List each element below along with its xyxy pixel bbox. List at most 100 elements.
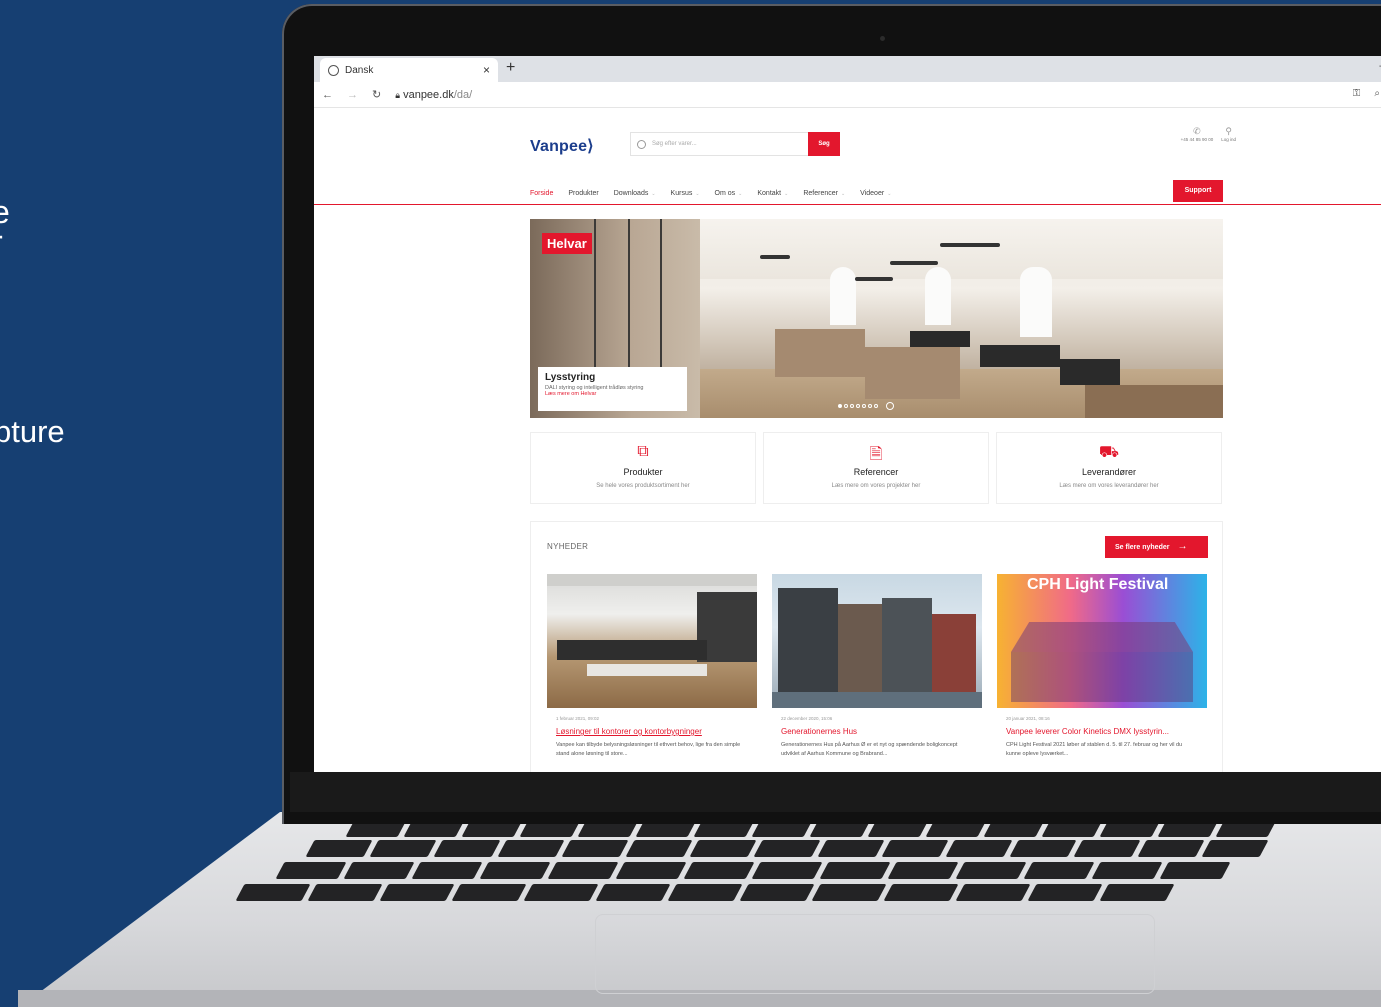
quick-link-leverandører[interactable]: ⛟ Leverandører Læs mere om vores leverandø…	[996, 432, 1222, 504]
nav-item-videoer[interactable]: Videoer ⌄	[860, 190, 891, 197]
hero-image-cabinet	[1085, 385, 1223, 418]
nav-item-label: Produkter	[568, 190, 599, 197]
browser-tab[interactable]: Dansk ×	[320, 58, 498, 82]
quick-link-title: Produkter	[623, 467, 663, 477]
keyboard-key	[1159, 862, 1231, 879]
article-title[interactable]: Generationernes Hus	[781, 727, 982, 736]
hero-image-glass	[628, 219, 630, 379]
pause-icon[interactable]	[886, 402, 894, 410]
search-input[interactable]: Søg efter varer...	[630, 132, 810, 156]
key-icon[interactable]: ⚿	[1353, 88, 1361, 99]
quick-link-desc: Læs mere om vores projekter her	[831, 483, 921, 489]
carousel-dot[interactable]	[844, 404, 848, 408]
keyboard-key	[1009, 840, 1077, 857]
lock-icon: 🔒︎	[395, 89, 401, 100]
carousel-dots	[838, 402, 894, 410]
article-title[interactable]: Løsninger til kontorer og kontorbygninge…	[556, 727, 757, 736]
carousel-dot[interactable]	[850, 404, 854, 408]
hero-image-glass	[594, 219, 596, 379]
keyboard-key	[595, 884, 671, 901]
article-title[interactable]: Vanpee leverer Color Kinetics DMX lyssty…	[1006, 727, 1207, 736]
support-button[interactable]: Support	[1173, 180, 1223, 202]
chevron-down-icon: ⌄	[651, 191, 656, 197]
keyboard-key	[615, 862, 687, 879]
hero-image-ceiling	[700, 219, 1223, 279]
reload-icon[interactable]: ↻	[372, 88, 381, 101]
carousel-dot[interactable]	[868, 404, 872, 408]
keyboard-key	[343, 862, 415, 879]
vanpee-site: Vanpee⟩ Søg efter varer... Søg ✆ +45 44 8…	[314, 108, 1381, 772]
nav-item-produkter[interactable]: Produkter	[568, 190, 598, 197]
marketing-text-line3: pture	[0, 414, 65, 449]
nav-item-downloads[interactable]: Downloads ⌄	[614, 190, 656, 197]
back-arrow-icon[interactable]: ←	[322, 89, 333, 101]
nav-item-om-os[interactable]: Om os ⌄	[715, 190, 743, 197]
hero-image-lamp	[760, 255, 790, 259]
login-link[interactable]: ⚲ Log ind	[1221, 126, 1236, 142]
keyboard-key	[433, 840, 501, 857]
phone-link[interactable]: ✆ +45 44 85 90 00	[1181, 126, 1214, 142]
article-image	[547, 574, 757, 708]
carousel-dot[interactable]	[856, 404, 860, 408]
quick-link-desc: Se hele vores produktsortiment her	[596, 483, 690, 489]
keyboard-key	[1023, 862, 1095, 879]
carousel-dot[interactable]	[874, 404, 878, 408]
hero-brand-badge: Helvar	[542, 233, 592, 254]
nav-divider	[314, 204, 1381, 205]
hero-image-lamp	[855, 277, 893, 281]
hero-link[interactable]: Læs mere om Helvar	[545, 391, 680, 397]
vanpee-logo[interactable]: Vanpee⟩	[530, 136, 594, 156]
keyboard-key	[811, 884, 887, 901]
login-label: Log ind	[1221, 137, 1236, 142]
keyboard-key	[817, 840, 885, 857]
nav-item-kursus[interactable]: Kursus ⌄	[671, 190, 700, 197]
article-desc: Vanpee kan tilbyde belysningsløsninger t…	[556, 742, 741, 757]
article-date: 20 januar 2021, 08:16	[1006, 716, 1050, 721]
keyboard-key	[1137, 840, 1205, 857]
nav-item-forside[interactable]: Forside	[530, 190, 553, 197]
news-section: NYHEDER Se flere nyheder → 1 februar 2021…	[530, 521, 1223, 772]
hero-banner[interactable]: Helvar Lysstyring DALI styring og intell…	[530, 219, 1223, 418]
address-bar: ← → ↻ 🔒︎ vanpee.dk/da/ ⚿ ⌕	[314, 82, 1381, 108]
keyboard-key	[955, 884, 1031, 901]
hero-image-window	[1020, 267, 1052, 337]
carousel-dot[interactable]	[838, 404, 842, 408]
keyboard-key	[369, 840, 437, 857]
keyboard-key	[625, 840, 693, 857]
forward-arrow-icon[interactable]: →	[347, 89, 358, 101]
nav-item-kontakt[interactable]: Kontakt ⌄	[757, 190, 788, 197]
quick-link-produkter[interactable]: ⧉ Produkter Se hele vores produktsortiment…	[530, 432, 756, 504]
quick-link-title: Leverandører	[1081, 467, 1137, 477]
article-image	[772, 574, 982, 708]
hero-heading: Lysstyring	[545, 372, 596, 383]
zoom-icon[interactable]: ⌕	[1374, 88, 1380, 99]
keyboard-key	[479, 862, 551, 879]
news-article[interactable]: 22 december 2020, 15:06 Generationernes …	[772, 574, 982, 759]
tab-title: Dansk	[345, 64, 374, 76]
arrow-right-icon: →	[1177, 541, 1188, 552]
hero-image-monitor	[980, 345, 1060, 367]
quick-link-referencer[interactable]: 🗎︎ Referencer Læs mere om vores projekter …	[763, 432, 989, 504]
keyboard-key	[945, 840, 1013, 857]
nav-item-label: Om os	[714, 190, 736, 197]
keyboard-key	[451, 884, 527, 901]
news-article[interactable]: CPH Light Festival 20 januar 2021, 08:16…	[997, 574, 1207, 759]
url-field[interactable]: 🔒︎ vanpee.dk/da/	[395, 89, 472, 101]
more-news-button[interactable]: Se flere nyheder →	[1105, 536, 1208, 558]
hero-image-monitor	[910, 331, 970, 347]
new-tab-button[interactable]: +	[506, 59, 515, 77]
carousel-dot[interactable]	[862, 404, 866, 408]
hero-image-lamp	[890, 261, 938, 265]
hero-image-window	[830, 267, 856, 325]
keyboard-row	[275, 862, 1231, 879]
article-date: 1 februar 2021, 09:02	[556, 716, 600, 721]
laptop-screen: Dansk × + – ← → ↻ 🔒︎ vanpee.dk/da/ ⚿ ⌕ V…	[314, 56, 1381, 772]
header-actions: ✆ +45 44 85 90 00 ⚲ Log ind	[1181, 126, 1236, 142]
nav-item-label: Downloads	[613, 190, 649, 197]
close-tab-icon[interactable]: ×	[483, 63, 490, 77]
url-path: /da/	[453, 88, 473, 101]
phone-icon: ✆	[1193, 126, 1201, 136]
news-article[interactable]: 1 februar 2021, 09:02 Løsninger til kont…	[547, 574, 757, 759]
search-button[interactable]: Søg	[808, 132, 840, 156]
nav-item-referencer[interactable]: Referencer ⌄	[803, 190, 845, 197]
